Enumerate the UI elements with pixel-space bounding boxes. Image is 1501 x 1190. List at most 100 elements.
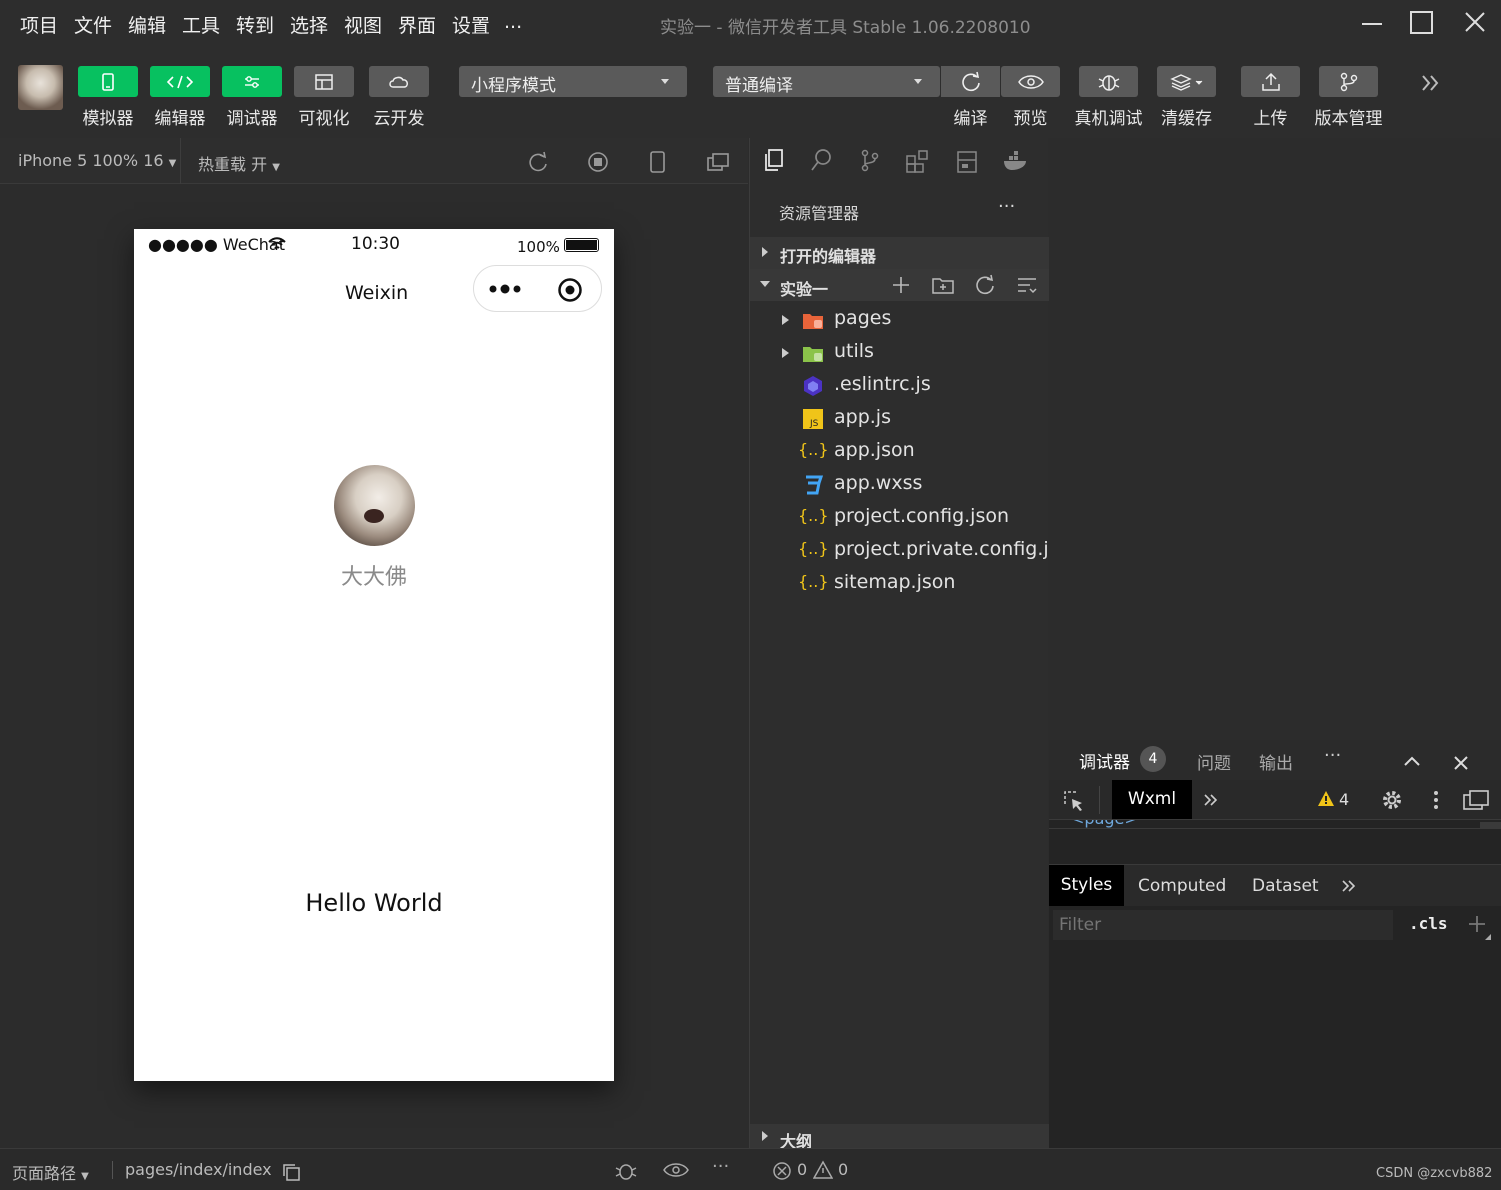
simulator-toggle-button[interactable]: [78, 66, 138, 97]
double-chevron-right-icon[interactable]: [1201, 791, 1221, 809]
tab-dataset[interactable]: Dataset: [1252, 876, 1319, 896]
compile-button[interactable]: [941, 66, 1000, 97]
docker-icon[interactable]: [1002, 150, 1030, 172]
wxml-page-node[interactable]: <page>: [1071, 820, 1138, 828]
warning-icon: [813, 1160, 833, 1179]
clear-cache-button[interactable]: [1157, 66, 1216, 97]
inspect-element-icon[interactable]: [1062, 789, 1086, 813]
explorer-title: 资源管理器: [779, 204, 860, 223]
file-item-app-json[interactable]: {..} app.json: [750, 436, 1049, 469]
collapse-all-icon[interactable]: [1016, 274, 1038, 296]
hot-reload-toggle[interactable]: 热重载 开 ▼: [198, 151, 280, 175]
dock-side-icon[interactable]: [1462, 788, 1490, 812]
menu-item-interface[interactable]: 界面: [398, 11, 436, 38]
chevron-down-icon: ▼: [168, 158, 177, 169]
file-item-app-js[interactable]: JS app.js: [750, 403, 1049, 436]
popout-icon[interactable]: [706, 151, 730, 173]
styles-filter-input[interactable]: [1053, 910, 1393, 940]
rotate-icon[interactable]: [527, 151, 549, 173]
refresh-icon[interactable]: [974, 274, 996, 296]
minimize-button[interactable]: [1352, 8, 1392, 38]
toolbar-label-visual: 可视化: [298, 109, 350, 129]
page-path-select[interactable]: 页面路径 ▼: [12, 1160, 89, 1184]
version-control-button[interactable]: [1319, 66, 1378, 97]
bug-icon[interactable]: [614, 1159, 638, 1183]
open-editors-section[interactable]: 打开的编辑器: [750, 237, 1049, 269]
menu-item-file[interactable]: 文件: [74, 11, 112, 38]
phone-icon: [102, 72, 114, 91]
close-icon[interactable]: [1451, 753, 1471, 773]
eye-icon[interactable]: [663, 1162, 689, 1178]
avatar[interactable]: [18, 65, 63, 110]
project-label: 实验一: [780, 280, 829, 299]
file-item-utils[interactable]: utils: [750, 337, 1049, 370]
new-file-icon[interactable]: [890, 274, 912, 296]
stop-icon[interactable]: [587, 151, 609, 173]
cloud-dev-button[interactable]: [369, 66, 429, 97]
file-item-sitemap[interactable]: {..} sitemap.json: [750, 568, 1049, 601]
new-folder-icon[interactable]: [931, 274, 955, 296]
compile-select[interactable]: 普通编译: [713, 66, 940, 97]
debugger-more-button[interactable]: ···: [1324, 745, 1341, 766]
kebab-menu-icon[interactable]: [1427, 788, 1445, 812]
editor-toggle-button[interactable]: [150, 66, 210, 97]
add-style-rule-icon[interactable]: [1467, 914, 1493, 940]
warning-count[interactable]: 0: [838, 1160, 848, 1179]
gear-icon[interactable]: [1380, 788, 1404, 812]
file-name: utils: [834, 340, 874, 362]
storage-icon[interactable]: [956, 150, 978, 174]
chevron-down-icon: ▼: [272, 162, 280, 173]
capsule-menu: [473, 265, 602, 312]
source-control-icon[interactable]: [858, 148, 882, 174]
mode-select[interactable]: 小程序模式: [459, 66, 687, 97]
remote-debug-button[interactable]: [1079, 66, 1138, 97]
menu-item-more[interactable]: ...: [504, 11, 522, 33]
file-item-project-private-config[interactable]: {..} project.private.config.js...: [750, 535, 1077, 568]
double-chevron-right-icon[interactable]: [1339, 877, 1359, 895]
chevron-up-icon[interactable]: [1402, 753, 1422, 769]
outline-section[interactable]: 大纲: [750, 1124, 1049, 1151]
menu-item-select[interactable]: 选择: [290, 11, 328, 38]
status-carrier: ●●●●● WeChat: [148, 235, 286, 254]
files-icon[interactable]: [762, 148, 786, 174]
warning-count[interactable]: 4: [1339, 790, 1349, 809]
tab-debugger[interactable]: 调试器: [1079, 748, 1130, 782]
debugger-toggle-button[interactable]: [222, 66, 282, 97]
menu-item-project[interactable]: 项目: [20, 11, 58, 38]
tab-styles[interactable]: Styles: [1049, 865, 1124, 906]
visual-toggle-button[interactable]: [294, 66, 354, 97]
maximize-button[interactable]: [1402, 8, 1442, 38]
file-item-eslintrc[interactable]: .eslintrc.js: [750, 370, 1049, 403]
branch-icon: [1340, 72, 1357, 91]
preview-button[interactable]: [1001, 66, 1060, 97]
copy-icon[interactable]: [281, 1162, 301, 1182]
menu-item-goto[interactable]: 转到: [236, 11, 274, 38]
file-item-app-wxss[interactable]: app.wxss: [750, 469, 1049, 502]
toolbar-overflow-button[interactable]: [1418, 70, 1444, 96]
tab-problems[interactable]: 问题: [1197, 749, 1231, 774]
search-icon[interactable]: [810, 148, 834, 174]
menu-item-settings[interactable]: 设置: [452, 11, 490, 38]
close-window-button[interactable]: [1455, 8, 1495, 38]
tab-output[interactable]: 输出: [1259, 749, 1293, 774]
file-item-pages[interactable]: pages: [750, 304, 1049, 337]
extensions-icon[interactable]: [905, 148, 931, 174]
project-section[interactable]: 实验一: [750, 269, 1049, 301]
explorer-more-button[interactable]: ···: [998, 196, 1015, 217]
status-more-button[interactable]: ···: [712, 1156, 729, 1177]
close-miniprogram-icon[interactable]: [557, 277, 583, 303]
more-dots-icon[interactable]: [488, 281, 524, 297]
file-name: project.config.json: [834, 505, 1010, 527]
menu-item-view[interactable]: 视图: [344, 11, 382, 38]
status-time: 10:30: [351, 234, 400, 254]
file-item-project-config[interactable]: {..} project.config.json: [750, 502, 1049, 535]
menu-item-tools[interactable]: 工具: [182, 11, 220, 38]
cls-button[interactable]: .cls: [1409, 914, 1448, 933]
phone-icon[interactable]: [648, 150, 668, 174]
tab-wxml[interactable]: Wxml: [1112, 780, 1192, 819]
upload-button[interactable]: [1241, 66, 1300, 97]
tab-computed[interactable]: Computed: [1138, 876, 1226, 896]
error-count[interactable]: 0: [797, 1160, 807, 1179]
menu-item-edit[interactable]: 编辑: [128, 11, 166, 38]
device-select[interactable]: iPhone 5 100% 16 ▼: [18, 151, 176, 170]
